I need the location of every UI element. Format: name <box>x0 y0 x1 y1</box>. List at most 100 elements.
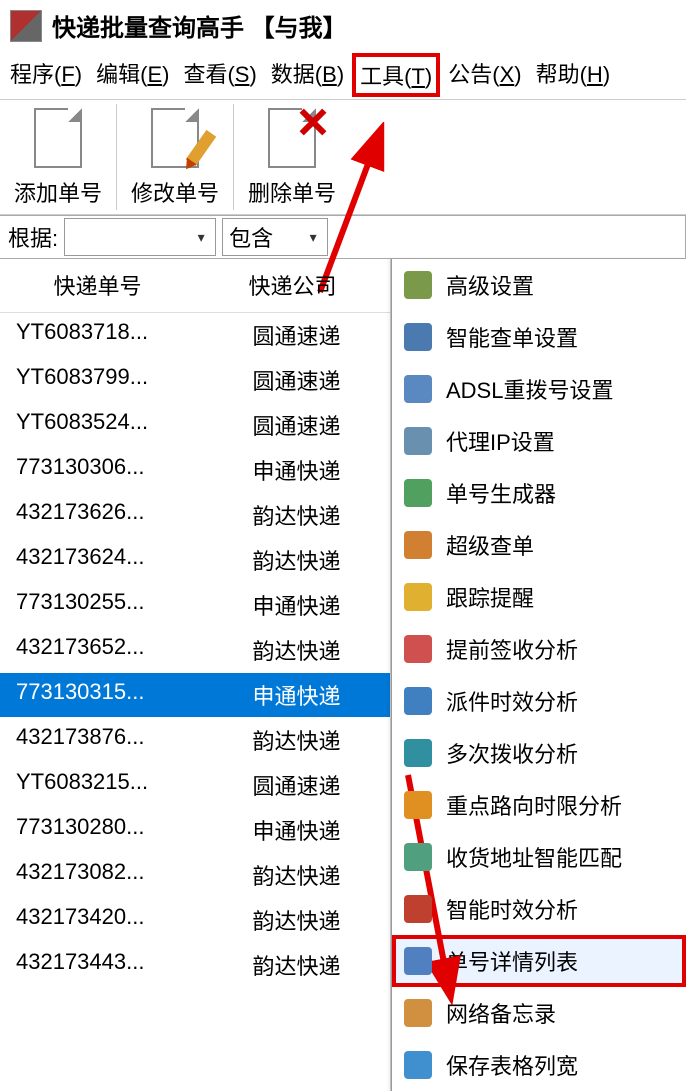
menu-程序[interactable]: 程序(F) <box>4 53 88 97</box>
menu-item-label: 单号详情列表 <box>446 945 578 977</box>
table-row[interactable]: 432173082...韵达快递 <box>0 853 390 898</box>
menu-item-label: 网络备忘录 <box>446 997 556 1029</box>
menu-item-超级查单[interactable]: 超级查单 <box>392 519 686 571</box>
cell-company: 韵达快递 <box>195 718 390 763</box>
table-row[interactable]: 773130306...申通快递 <box>0 448 390 493</box>
table-row[interactable]: YT6083524...圆通速递 <box>0 403 390 448</box>
table-row[interactable]: YT6083718...圆通速递 <box>0 313 390 358</box>
menu-item-收货地址智能匹配[interactable]: 收货地址智能匹配 <box>392 831 686 883</box>
cell-tracking-no: 432173876... <box>0 718 195 763</box>
menu-item-label: 代理IP设置 <box>446 425 555 457</box>
menu-工具[interactable]: 工具(T) <box>352 53 440 97</box>
menu-帮助[interactable]: 帮助(H) <box>530 53 617 97</box>
col-tracking-no[interactable]: 快递单号 <box>0 259 195 312</box>
cell-company: 申通快递 <box>195 808 390 853</box>
menu-item-智能时效分析[interactable]: 智能时效分析 <box>392 883 686 935</box>
cell-tracking-no: 773130280... <box>0 808 195 853</box>
menu-item-icon <box>404 947 432 975</box>
menu-item-跟踪提醒[interactable]: 跟踪提醒 <box>392 571 686 623</box>
table-row[interactable]: 432173626...韵达快递 <box>0 493 390 538</box>
menu-公告[interactable]: 公告(X) <box>442 53 527 97</box>
cell-company: 申通快递 <box>195 583 390 628</box>
cell-tracking-no: 773130306... <box>0 448 195 493</box>
table-row[interactable]: 432173443...韵达快递 <box>0 943 390 988</box>
table-row[interactable]: 432173624...韵达快递 <box>0 538 390 583</box>
table-row[interactable]: 432173420...韵达快递 <box>0 898 390 943</box>
app-icon <box>10 10 42 42</box>
menu-item-label: 跟踪提醒 <box>446 581 534 613</box>
table-row[interactable]: YT6083215...圆通速递 <box>0 763 390 808</box>
menu-item-单号详情列表[interactable]: 单号详情列表 <box>392 935 686 987</box>
filter-label: 根据: <box>2 221 64 253</box>
toolbar-add-button[interactable]: 添加单号 <box>0 104 116 210</box>
menu-item-高级设置[interactable]: 高级设置 <box>392 259 686 311</box>
menu-item-icon <box>404 427 432 455</box>
menu-数据[interactable]: 数据(B) <box>265 53 350 97</box>
chevron-down-icon: ▾ <box>299 229 327 246</box>
table-row[interactable]: 773130255...申通快递 <box>0 583 390 628</box>
menu-item-ADSL重拨号设置[interactable]: ADSL重拨号设置 <box>392 363 686 415</box>
menu-item-icon <box>404 323 432 351</box>
cell-tracking-no: YT6083799... <box>0 358 195 403</box>
menu-item-提前签收分析[interactable]: 提前签收分析 <box>392 623 686 675</box>
menu-item-icon <box>404 687 432 715</box>
table-row[interactable]: 432173652...韵达快递 <box>0 628 390 673</box>
filter-field-select[interactable]: ▾ <box>64 218 216 256</box>
cell-company: 圆通速递 <box>195 763 390 808</box>
menu-item-icon <box>404 999 432 1027</box>
toolbar-edit-button[interactable]: 修改单号 <box>116 104 233 210</box>
cell-company: 韵达快递 <box>195 538 390 583</box>
cell-tracking-no: 432173420... <box>0 898 195 943</box>
chevron-down-icon: ▾ <box>187 229 215 246</box>
cell-tracking-no: YT6083215... <box>0 763 195 808</box>
menu-item-icon <box>404 635 432 663</box>
filter-op-select[interactable]: 包含▾ <box>222 218 328 256</box>
menu-item-单号生成器[interactable]: 单号生成器 <box>392 467 686 519</box>
cell-tracking-no: 432173626... <box>0 493 195 538</box>
menu-item-label: 智能时效分析 <box>446 893 578 925</box>
menu-查看[interactable]: 查看(S) <box>177 53 262 97</box>
menu-item-icon <box>404 271 432 299</box>
menu-item-多次拨收分析[interactable]: 多次拨收分析 <box>392 727 686 779</box>
cell-company: 申通快递 <box>195 673 390 718</box>
menu-item-派件时效分析[interactable]: 派件时效分析 <box>392 675 686 727</box>
cell-tracking-no: YT6083718... <box>0 313 195 358</box>
menu-item-label: 多次拨收分析 <box>446 737 578 769</box>
cell-company: 韵达快递 <box>195 898 390 943</box>
menu-item-icon <box>404 791 432 819</box>
menu-item-label: ADSL重拨号设置 <box>446 373 613 405</box>
filter-bar: 根据: ▾ 包含▾ <box>0 215 686 259</box>
menu-item-icon <box>404 583 432 611</box>
menu-item-label: 重点路向时限分析 <box>446 789 622 821</box>
menu-item-label: 单号生成器 <box>446 477 556 509</box>
table-row[interactable]: 773130315...申通快递 <box>0 673 390 718</box>
menu-item-智能查单设置[interactable]: 智能查单设置 <box>392 311 686 363</box>
cell-company: 韵达快递 <box>195 943 390 988</box>
menu-item-icon <box>404 375 432 403</box>
menu-item-icon <box>404 843 432 871</box>
cell-tracking-no: YT6083524... <box>0 403 195 448</box>
menu-item-代理IP设置[interactable]: 代理IP设置 <box>392 415 686 467</box>
menu-item-label: 超级查单 <box>446 529 534 561</box>
table-header: 快递单号 快递公司 <box>0 259 390 313</box>
menu-item-label: 智能查单设置 <box>446 321 578 353</box>
cell-tracking-no: 773130315... <box>0 673 195 718</box>
toolbar: 添加单号 修改单号 删除单号 <box>0 100 686 215</box>
col-company[interactable]: 快递公司 <box>195 259 390 312</box>
menu-编辑[interactable]: 编辑(E) <box>90 53 175 97</box>
cell-company: 圆通速递 <box>195 358 390 403</box>
menu-item-网络备忘录[interactable]: 网络备忘录 <box>392 987 686 1039</box>
toolbar-delete-button[interactable]: 删除单号 <box>233 104 350 210</box>
tools-dropdown-menu: 高级设置智能查单设置 ADSL重拨号设置代理IP设置单号生成器超级查单跟踪提醒提前… <box>391 259 686 1091</box>
cell-tracking-no: 432173443... <box>0 943 195 988</box>
table-row[interactable]: 773130280...申通快递 <box>0 808 390 853</box>
toolbar-label: 修改单号 <box>131 176 219 208</box>
menu-item-label: 派件时效分析 <box>446 685 578 717</box>
menu-item-label: 保存表格列宽 <box>446 1049 578 1081</box>
cell-company: 申通快递 <box>195 448 390 493</box>
menu-item-保存表格列宽[interactable]: 保存表格列宽 <box>392 1039 686 1091</box>
table-row[interactable]: 432173876...韵达快递 <box>0 718 390 763</box>
menu-item-重点路向时限分析[interactable]: 重点路向时限分析 <box>392 779 686 831</box>
menu-item-icon <box>404 1051 432 1079</box>
table-row[interactable]: YT6083799...圆通速递 <box>0 358 390 403</box>
